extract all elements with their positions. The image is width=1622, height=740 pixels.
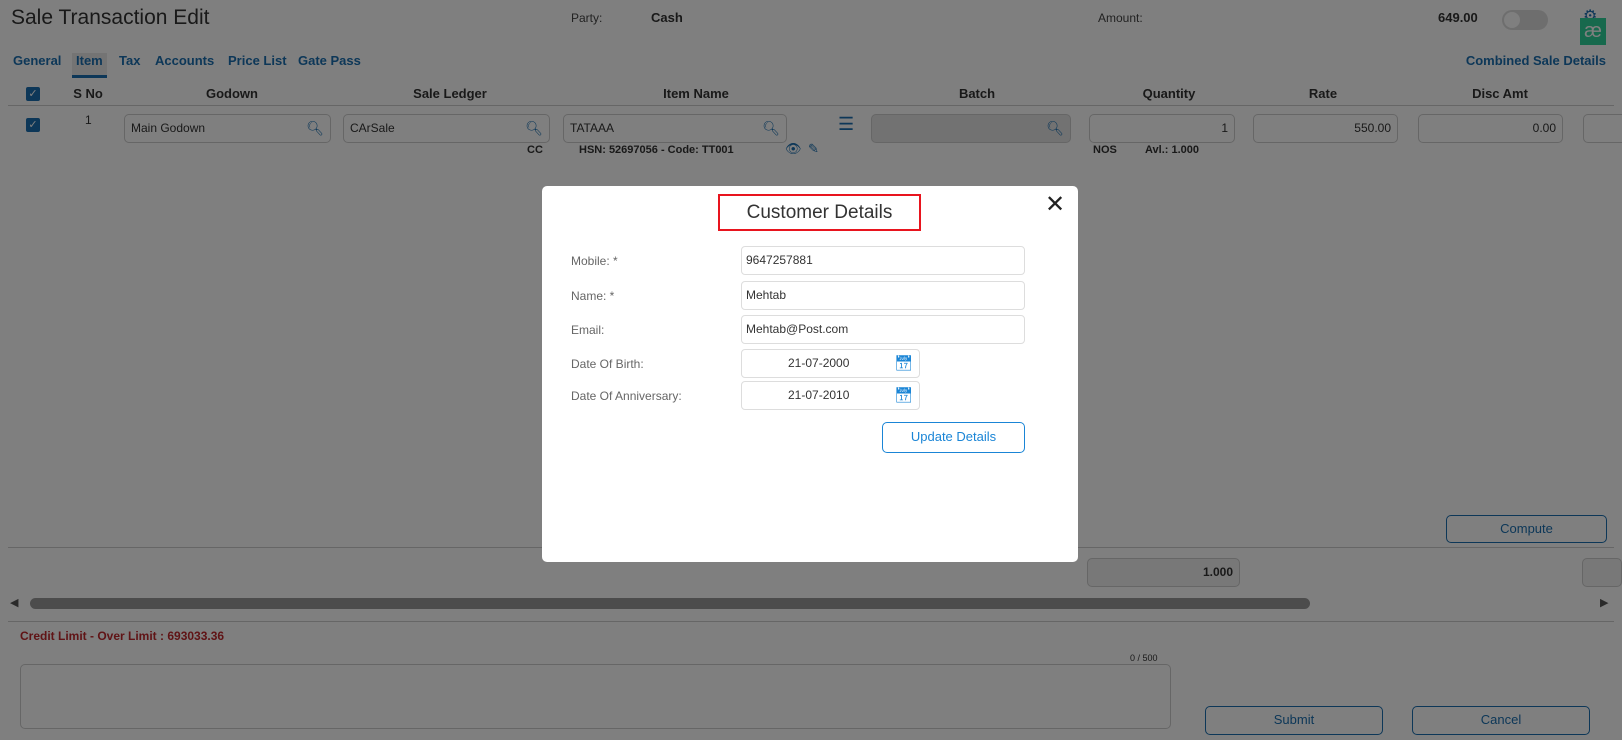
calendar-icon[interactable]: 📅︎ — [894, 350, 913, 377]
mobile-label: Mobile: * — [571, 254, 618, 268]
modal-title: Customer Details — [718, 194, 921, 231]
doa-value: 21-07-2010 — [788, 388, 850, 402]
close-icon[interactable]: ✕ — [1045, 190, 1065, 219]
dob-input[interactable]: 21-07-2000 📅︎ — [741, 349, 920, 378]
email-label: Email: — [571, 323, 605, 337]
mobile-input[interactable]: 9647257881 — [741, 246, 1025, 275]
customer-details-modal: Customer Details ✕ Mobile: * 9647257881 … — [542, 186, 1078, 562]
doa-input[interactable]: 21-07-2010 📅︎ — [741, 381, 920, 410]
doa-label: Date Of Anniversary: — [571, 389, 682, 403]
name-input[interactable]: Mehtab — [741, 281, 1025, 310]
calendar-icon[interactable]: 📅︎ — [894, 382, 913, 409]
dob-value: 21-07-2000 — [788, 356, 850, 370]
update-details-button[interactable]: Update Details — [882, 422, 1025, 453]
email-input[interactable]: Mehtab@Post.com — [741, 315, 1025, 344]
dob-label: Date Of Birth: — [571, 357, 644, 371]
name-label: Name: * — [571, 289, 615, 303]
